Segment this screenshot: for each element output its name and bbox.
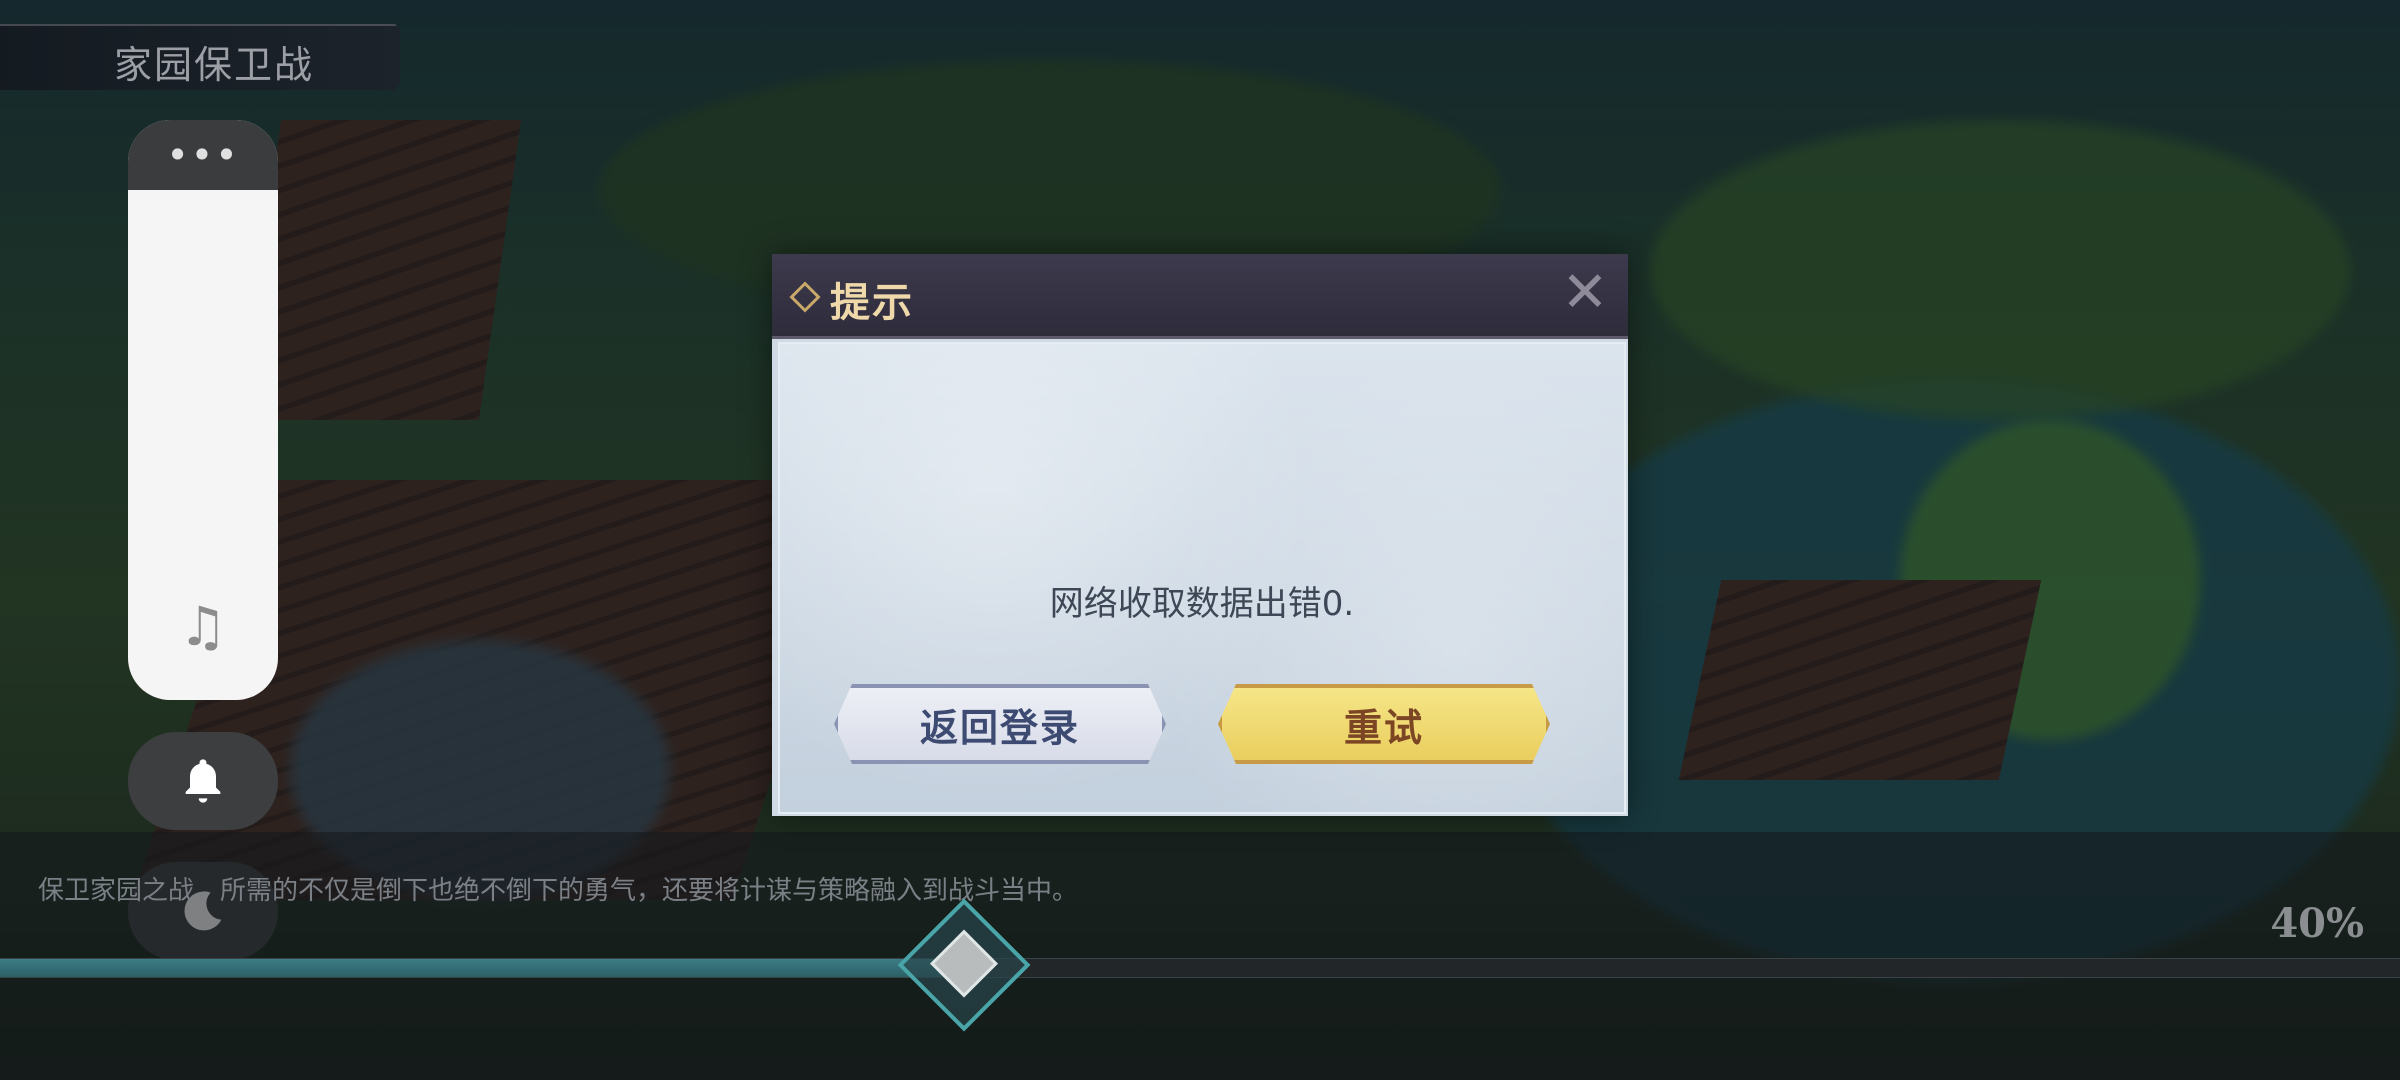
loading-tip: 保卫家园之战，所需的不仅是倒下也绝不倒下的勇气，还要将计谋与策略融入到战斗当中。 — [38, 876, 1079, 906]
loading-percent: 40% — [2270, 900, 2364, 947]
back-to-login-button[interactable]: 返回登录 — [834, 684, 1166, 764]
close-button[interactable]: ✕ — [1556, 264, 1614, 322]
floating-toolbar: ••• ♫ — [128, 120, 278, 700]
close-icon: ✕ — [1561, 260, 1609, 325]
notification-button[interactable] — [128, 732, 278, 830]
dialog-title: 提示 — [830, 280, 914, 326]
more-icon: ••• — [166, 133, 240, 177]
dialog-header: 提示 ✕ — [772, 254, 1628, 339]
loading-progress-bar — [0, 958, 2400, 978]
game-title: 家园保卫战 — [114, 43, 315, 87]
error-message: 网络收取数据出错0. — [1049, 584, 1355, 624]
error-dialog: 提示 ✕ 网络收取数据出错0. 返回登录 重试 — [772, 254, 1628, 816]
loading-progress-fill — [0, 959, 960, 977]
music-icon[interactable]: ♫ — [128, 595, 278, 658]
bell-icon — [185, 759, 221, 803]
retry-button[interactable]: 重试 — [1218, 684, 1550, 764]
game-title-banner: 家园保卫战 — [0, 24, 400, 90]
toolbar-menu-button[interactable]: ••• — [128, 120, 278, 190]
diamond-icon — [789, 281, 821, 313]
